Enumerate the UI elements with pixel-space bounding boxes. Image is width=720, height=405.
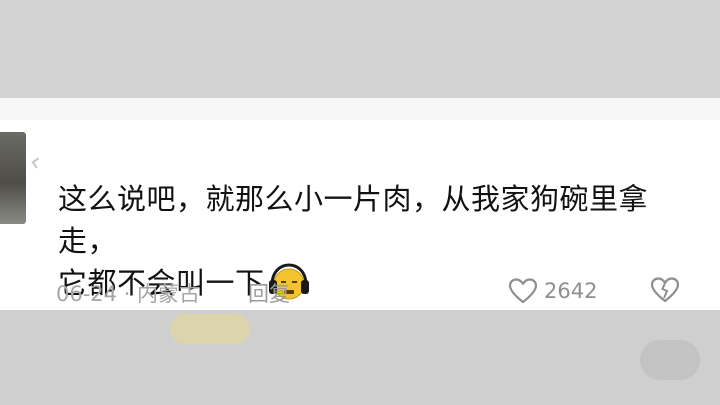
video-frame-top (0, 0, 720, 98)
video-frame-bottom (0, 310, 720, 405)
comment-card: 这么说吧，就那么小一片肉，从我家狗碗里拿走， 它都不会叫一下 06-24 · 内… (0, 120, 720, 310)
comment-line-1: 这么说吧，就那么小一片肉，从我家狗碗里拿走， (58, 182, 649, 258)
heart-icon (508, 278, 538, 304)
comment-meta: 06-24 · 内蒙古 回复 2642 (56, 276, 696, 308)
blurred-background-shape (170, 314, 250, 344)
like-button[interactable]: 2642 (508, 276, 597, 306)
divider-band (0, 98, 720, 120)
avatar[interactable] (0, 132, 26, 224)
blurred-background-shape (640, 340, 700, 380)
reply-button[interactable]: 回复 (248, 278, 290, 308)
like-count: 2642 (544, 279, 598, 303)
broken-heart-icon[interactable] (650, 276, 680, 304)
collapse-mark-icon (31, 157, 43, 169)
comment-date-location: 06-24 · 内蒙古 (56, 282, 201, 306)
